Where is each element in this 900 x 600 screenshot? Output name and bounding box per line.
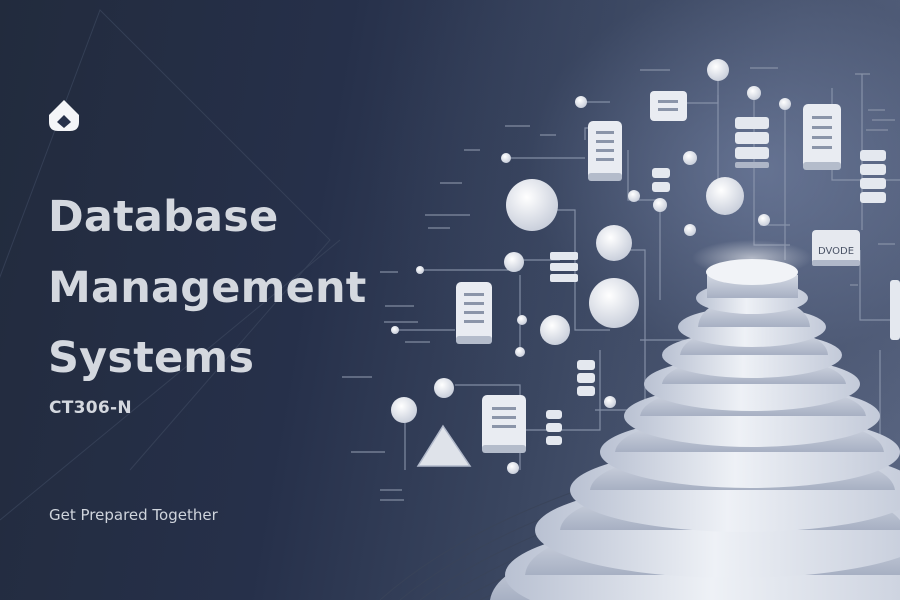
hero-banner: DVODE Database Management Systems CT306-… (0, 0, 900, 600)
title-line-2: Management (48, 263, 367, 313)
title-line-1: Database (48, 192, 279, 242)
course-code: CT306-N (49, 398, 132, 418)
brand-logo-icon (49, 100, 79, 131)
title-line-3: Systems (48, 333, 255, 383)
tagline: Get Prepared Together (49, 506, 218, 524)
dvode-label: DVODE (818, 246, 854, 257)
